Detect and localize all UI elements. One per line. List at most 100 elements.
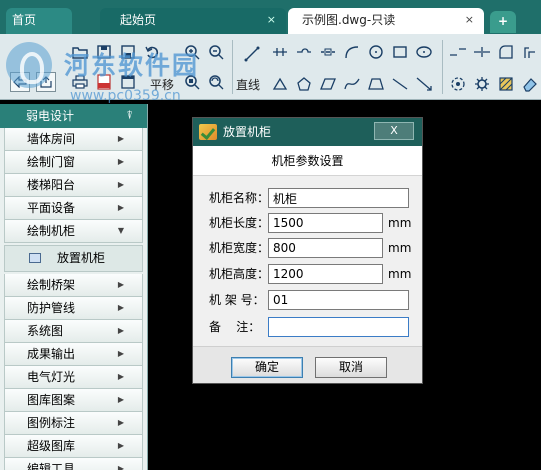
chevron-right-icon: ▶ <box>117 157 124 166</box>
sidebar-item-label: 绘制门窗 <box>27 155 76 169</box>
sidebar-item[interactable]: 绘制门窗 ▶ <box>4 151 143 174</box>
eraser-icon[interactable] <box>520 74 540 94</box>
chevron-right-icon: ▶ <box>117 280 124 289</box>
break-icon[interactable] <box>448 42 468 62</box>
rack-number-input[interactable] <box>268 290 409 310</box>
cabinet-width-input[interactable] <box>268 238 383 258</box>
sidebar-subitem-place-cabinet[interactable]: 放置机柜 <box>4 245 143 272</box>
sidebar-item[interactable]: 楼梯阳台 ▶ <box>4 174 143 197</box>
rectangle-icon[interactable] <box>390 42 410 62</box>
chevron-right-icon: ▶ <box>117 134 124 143</box>
watermark-logo <box>6 42 52 88</box>
height-unit: mm <box>388 267 412 281</box>
cabinet-height-label: 机柜高度： <box>209 267 270 281</box>
ray-icon[interactable] <box>414 74 434 94</box>
line-label[interactable]: 直线 <box>236 76 260 93</box>
length-unit: mm <box>388 216 412 230</box>
cancel-button[interactable]: 取消 <box>315 357 387 378</box>
arc-icon[interactable] <box>342 42 362 62</box>
close-button[interactable]: X <box>374 122 414 140</box>
diagonal-line-icon[interactable] <box>390 74 410 94</box>
sidebar-item-label: 平面设备 <box>27 201 76 215</box>
offset-icon[interactable] <box>520 42 540 62</box>
cabinet-name-label: 机柜名称： <box>209 191 270 205</box>
ok-button[interactable]: 确定 <box>231 357 303 378</box>
chevron-right-icon: ▶ <box>117 441 124 450</box>
sidebar-item[interactable]: 超级图库 ▶ <box>4 435 143 458</box>
circle-icon[interactable] <box>366 42 386 62</box>
sidebar-item[interactable]: 系统图 ▶ <box>4 320 143 343</box>
zoom-extents-icon[interactable] <box>206 72 226 92</box>
close-icon[interactable]: × <box>465 8 474 32</box>
triangle-icon[interactable] <box>270 74 290 94</box>
polyline-icon[interactable] <box>270 42 290 62</box>
hatch-icon[interactable] <box>496 74 516 94</box>
pin-icon[interactable]: ⍒ <box>126 104 133 128</box>
cabinet-length-input[interactable] <box>268 213 383 233</box>
rotate-icon[interactable] <box>448 74 468 94</box>
cabinet-width-label: 机柜宽度： <box>209 241 270 255</box>
trapezoid-icon[interactable] <box>366 74 386 94</box>
sidebar-item-label: 绘制桥架 <box>27 278 76 292</box>
ribbon-toolbar: 平移 直线 河东软件园 www.pc0359.cn <box>0 34 541 104</box>
chevron-right-icon: ▶ <box>117 349 124 358</box>
trim-icon[interactable] <box>472 42 492 62</box>
pentagon-icon[interactable] <box>294 74 314 94</box>
sidebar-item-label: 系统图 <box>27 324 64 338</box>
document-tab-bar: 首页 起始页 × 示例图.dwg-只读 × + <box>0 0 541 34</box>
cabinet-icon <box>29 253 41 263</box>
sidebar-item[interactable]: 成果输出 ▶ <box>4 343 143 366</box>
sidebar-header: 弱电设计 ⍒ <box>0 104 147 128</box>
sidebar-item[interactable]: 墙体房间 ▶ <box>4 128 143 151</box>
sidebar-item[interactable]: 编辑工具 ▶ <box>4 458 143 470</box>
toolbar-separator <box>232 40 233 94</box>
sidebar-item-label: 墙体房间 <box>27 132 76 146</box>
cabinet-name-input[interactable] <box>268 188 409 208</box>
spline-icon[interactable] <box>342 74 362 94</box>
new-tab-button[interactable]: + <box>490 11 516 33</box>
fillet-icon[interactable] <box>496 42 516 62</box>
tab-home[interactable]: 首页 <box>6 8 72 34</box>
width-unit: mm <box>388 241 412 255</box>
note-input[interactable] <box>268 317 409 337</box>
dashed-line-icon[interactable] <box>318 42 338 62</box>
file-tab-label: 示例图.dwg-只读 <box>302 13 396 27</box>
sidebar-item[interactable]: 绘制桥架 ▶ <box>4 274 143 297</box>
dialog-title-bar[interactable]: 放置机柜 X <box>193 118 422 146</box>
sidebar-item-label: 编辑工具 <box>27 462 76 470</box>
sidebar-item-label: 图例标注 <box>27 416 76 430</box>
gear-icon[interactable] <box>472 74 492 94</box>
chevron-right-icon: ▶ <box>117 303 124 312</box>
chevron-right-icon: ▶ <box>117 203 124 212</box>
sidebar-item[interactable]: 图例标注 ▶ <box>4 412 143 435</box>
home-tab-label: 首页 <box>12 13 37 27</box>
tab-drawing-file[interactable]: 示例图.dwg-只读 × <box>288 8 484 34</box>
dialog-heading: 机柜参数设置 <box>193 146 422 176</box>
sidebar-item[interactable]: 平面设备 ▶ <box>4 197 143 220</box>
toolbar-separator <box>442 40 443 94</box>
sidebar-item-label: 楼梯阳台 <box>27 178 76 192</box>
chevron-right-icon: ▶ <box>117 464 124 470</box>
sidebar-item[interactable]: 电气灯光 ▶ <box>4 366 143 389</box>
sidebar-item[interactable]: 防护管线 ▶ <box>4 297 143 320</box>
tab-start-page[interactable]: 起始页 × <box>100 8 286 34</box>
chevron-right-icon: ▶ <box>117 372 124 381</box>
zoom-out-icon[interactable] <box>206 42 226 62</box>
start-tab-label: 起始页 <box>120 13 157 27</box>
sidebar-item-label: 成果输出 <box>27 347 76 361</box>
sidebar-item[interactable]: 图库图案 ▶ <box>4 389 143 412</box>
cabinet-height-input[interactable] <box>268 264 383 284</box>
dialog-title: 放置机柜 <box>223 125 272 139</box>
ellipse-icon[interactable] <box>414 42 434 62</box>
chevron-right-icon: ▶ <box>117 326 124 335</box>
parallelogram-icon[interactable] <box>318 74 338 94</box>
sidebar-item-label: 防护管线 <box>27 301 76 315</box>
close-icon[interactable]: × <box>267 8 276 32</box>
line-tool-icon[interactable] <box>242 44 262 64</box>
arc-line-icon[interactable] <box>294 42 314 62</box>
dialog-footer: 确定 取消 <box>193 346 422 383</box>
sidebar-item[interactable]: 绘制机柜 ▼ <box>4 220 143 243</box>
watermark-url: www.pc0359.cn <box>70 88 181 104</box>
sidebar-item-label: 图库图案 <box>27 393 76 407</box>
sidebar-panel: 弱电设计 ⍒ 墙体房间 ▶ 绘制门窗 ▶ 楼梯阳台 ▶ 平面设备 ▶ 绘制机柜 ▼ 放置机柜 绘制… <box>0 104 148 470</box>
